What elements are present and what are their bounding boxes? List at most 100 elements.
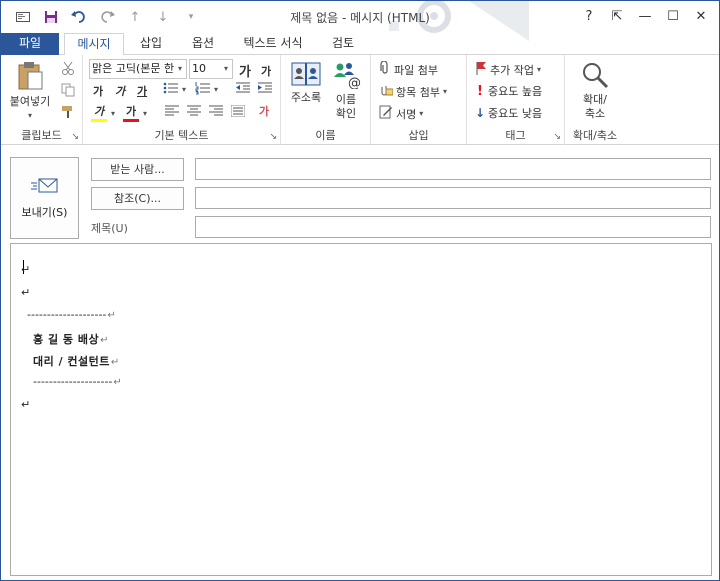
chevron-down-icon: ▾ xyxy=(442,87,447,96)
grow-font-button[interactable]: 가 xyxy=(239,61,251,80)
tab-format-text[interactable]: 텍스트 서식 xyxy=(233,33,313,55)
to-field[interactable] xyxy=(195,158,711,180)
underline-button[interactable]: 가 xyxy=(137,83,147,99)
dialog-launcher-icon[interactable]: ↘ xyxy=(269,132,277,142)
bullet-list-icon xyxy=(163,81,179,98)
attach-file-label: 파일 첨부 xyxy=(394,63,438,77)
signature-title-line: 대리 / 컨설턴트↵ xyxy=(33,353,120,369)
minimize-icon[interactable]: — xyxy=(631,5,659,27)
chevron-down-icon: ▾ xyxy=(214,85,219,94)
paste-button[interactable]: 붙여넣기 ▾ xyxy=(7,61,53,123)
font-color-button[interactable]: 가 xyxy=(123,103,139,122)
cc-button[interactable]: 참조(C)... xyxy=(91,187,184,210)
send-mail-icon xyxy=(30,177,59,198)
high-importance-label: 중요도 높음 xyxy=(488,85,543,98)
follow-up-button[interactable]: 추가 작업 ▾ xyxy=(475,61,541,78)
cc-field[interactable] xyxy=(195,187,711,209)
paragraph-mark: ↵ xyxy=(107,310,116,321)
numbered-list-icon xyxy=(195,81,211,98)
tab-message[interactable]: 메시지 xyxy=(64,33,124,56)
chevron-down-icon: ▾ xyxy=(223,64,228,73)
group-names: 주소록 @ 이름 확인 이름 xyxy=(281,55,371,145)
highlight-button[interactable]: 가 xyxy=(91,103,107,122)
title-bar: ↑ ↓ ▾ 제목 없음 - 메시지 (HTML) ? ⇱ — ☐ ✕ xyxy=(1,1,719,41)
align-center-icon[interactable] xyxy=(187,105,201,117)
paperclip-icon xyxy=(379,60,391,78)
close-icon[interactable]: ✕ xyxy=(687,5,715,27)
bullets-button[interactable]: ▾ xyxy=(163,81,186,98)
justify-icon[interactable] xyxy=(231,105,245,117)
font-size-value: 10 xyxy=(192,62,206,75)
font-name-value: 맑은 고딕(본문 한 xyxy=(92,62,174,75)
align-left-icon[interactable] xyxy=(165,105,179,117)
address-book-label: 주소록 xyxy=(290,91,322,104)
message-body[interactable]: ↵ ↵ --------------------↵ 홍 길 동 배상↵ 대리 /… xyxy=(10,243,712,576)
numbering-button[interactable]: ▾ xyxy=(195,81,218,98)
svg-text:@: @ xyxy=(348,76,361,89)
decrease-indent-icon[interactable] xyxy=(235,81,251,95)
font-size-select[interactable]: 10 ▾ xyxy=(189,59,233,79)
to-button[interactable]: 받는 사람... xyxy=(91,158,184,181)
italic-button[interactable]: 가 xyxy=(115,83,125,99)
zoom-group-label: 확대/축소 xyxy=(572,129,618,142)
tab-file[interactable]: 파일 xyxy=(1,33,59,55)
group-zoom: 확대/ 축소 확대/축소 xyxy=(565,55,625,145)
increase-indent-icon[interactable] xyxy=(257,81,273,95)
outlook-message-window: ↑ ↓ ▾ 제목 없음 - 메시지 (HTML) ? ⇱ — ☐ ✕ 파일 메시… xyxy=(0,0,720,581)
check-names-label-1: 이름 xyxy=(335,93,357,106)
tab-review[interactable]: 검토 xyxy=(321,33,365,55)
check-names-label-2: 확인 xyxy=(335,107,357,120)
signature-line-top: --------------------↵ xyxy=(27,308,116,321)
help-icon[interactable]: ? xyxy=(575,5,603,27)
chevron-down-icon: ▾ xyxy=(419,109,424,118)
bold-button[interactable]: 가 xyxy=(93,83,103,99)
attach-item-button[interactable]: 항목 첨부 ▾ xyxy=(379,83,447,100)
address-book-button[interactable]: 주소록 xyxy=(287,61,325,105)
send-button[interactable]: 보내기(S) xyxy=(10,157,79,239)
send-label: 보내기(S) xyxy=(21,205,68,219)
font-color-label: 가 xyxy=(125,105,137,118)
ribbon-display-icon[interactable]: ⇱ xyxy=(603,5,631,27)
ribbon: 붙여넣기 ▾ 클립보드 ↘ 맑은 고딕(본문 한 ▾ 10 ▾ 가 가 가 가 … xyxy=(1,55,719,145)
dialog-launcher-icon[interactable]: ↘ xyxy=(71,132,79,142)
magnifier-icon xyxy=(581,61,609,93)
chevron-down-icon: ▾ xyxy=(177,64,182,73)
zoom-label-1: 확대/ xyxy=(583,93,607,106)
copy-icon[interactable] xyxy=(61,83,75,97)
chevron-down-icon[interactable]: ▾ xyxy=(143,109,147,118)
zoom-button[interactable]: 확대/ 축소 xyxy=(573,61,617,121)
dialog-launcher-icon[interactable]: ↘ xyxy=(553,132,561,142)
tab-insert[interactable]: 삽입 xyxy=(129,33,173,55)
address-book-icon xyxy=(291,61,321,91)
zoom-label-2: 축소 xyxy=(584,107,606,120)
font-name-select[interactable]: 맑은 고딕(본문 한 ▾ xyxy=(89,59,187,79)
attach-item-label: 항목 첨부 xyxy=(396,85,440,99)
clear-formatting-button[interactable]: 가 xyxy=(259,103,269,119)
names-group-label: 이름 xyxy=(315,129,336,142)
paragraph-mark: ↵ xyxy=(113,377,122,388)
shrink-font-button[interactable]: 가 xyxy=(261,63,271,79)
subject-field[interactable] xyxy=(195,216,711,238)
chevron-down-icon: ▾ xyxy=(182,85,187,94)
highlight-label: 가 xyxy=(93,105,105,118)
maximize-icon[interactable]: ☐ xyxy=(659,5,687,27)
tab-options[interactable]: 옵션 xyxy=(181,33,225,55)
chevron-down-icon: ▾ xyxy=(536,65,541,74)
format-painter-icon[interactable] xyxy=(61,105,75,119)
check-names-icon: @ xyxy=(331,61,361,93)
cut-icon[interactable] xyxy=(61,61,75,75)
signature-button[interactable]: 서명 ▾ xyxy=(379,105,423,122)
include-group-label: 삽입 xyxy=(408,129,429,142)
align-right-icon[interactable] xyxy=(209,105,223,117)
subject-label: 제목(U) xyxy=(91,222,128,235)
high-importance-button[interactable]: ! 중요도 높음 xyxy=(475,83,542,99)
low-importance-button[interactable]: ↓ 중요도 낮음 xyxy=(475,105,542,121)
check-names-button[interactable]: @ 이름 확인 xyxy=(327,61,365,121)
signature-label: 서명 xyxy=(396,107,417,121)
clipboard-group-label: 클립보드 xyxy=(21,129,62,142)
chevron-down-icon[interactable]: ▾ xyxy=(111,109,115,118)
signature-line-bottom: --------------------↵ xyxy=(33,375,122,388)
attach-file-button[interactable]: 파일 첨부 xyxy=(379,60,438,78)
basic-text-group-label: 기본 텍스트 xyxy=(154,129,209,142)
paragraph-mark: ↵ xyxy=(21,286,31,299)
